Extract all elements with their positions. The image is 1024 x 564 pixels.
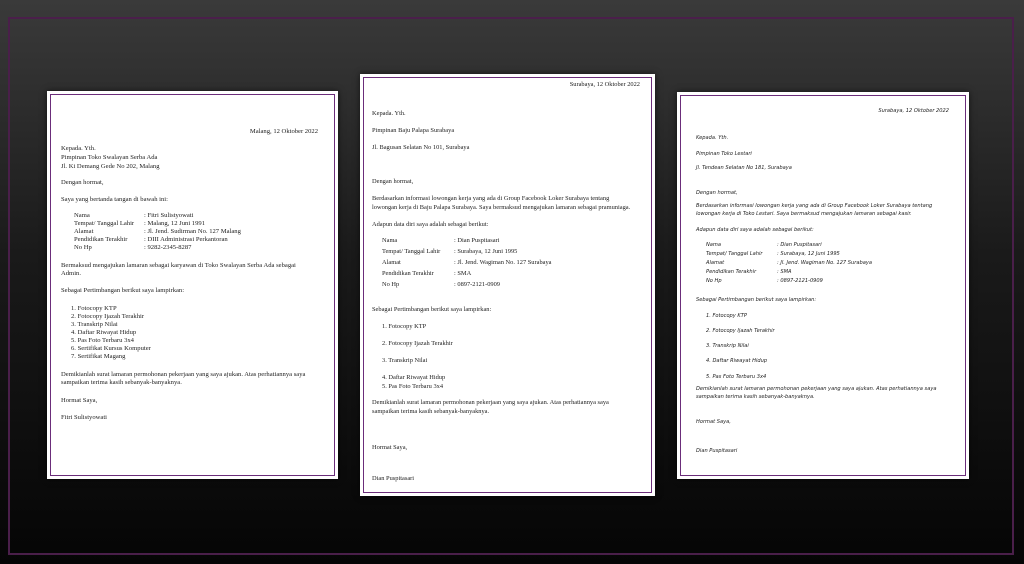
closing-text: Demikianlah surat lamaran permohonan pek… [372,399,609,406]
greeting: Dengan hormat, [61,179,104,186]
attachment-item: 4. Daftar Riwayat Hidup [382,374,446,381]
field-value: : 9282-2345-8287 [144,244,192,251]
closing-text: sampaikan terima kasih sebanyak-banyakny… [696,394,815,400]
letter-2-border [363,77,652,493]
field-value: : Jl. Jend. Wagiman No. 127 Surabaya [777,260,872,266]
attachment-item: 4. Daftar Riwayat Hidup [706,358,768,364]
recipient-name: Pimpinan Toko Lestari [696,151,752,157]
field-label: Tempat/ Tanggal Lahir [706,251,763,257]
attachment-item: 3. Transkrip Nilai [706,343,749,349]
closing-text: Demikianlah surat lamaran permohonan pek… [696,386,937,392]
regards: Hormat Saya, [61,397,98,404]
letter-1: Malang, 12 Oktober 2022 Kepada. Yth. Pim… [47,91,338,479]
body-text: lowongan kerja di Toko Lestari. Saya ber… [696,211,912,217]
recipient-address: Jl. Tendean Selatan No 181, Surabaya [696,165,792,171]
recipient-label: Kepada. Yth. [61,145,96,152]
recipient-label: Kepada. Yth. [696,135,729,141]
attachment-item: 7. Sertifikat Magang [71,353,126,360]
field-label: Pendidikan Terakhir [706,269,757,275]
body-text: Bermaksud mengajukan lamaran sebagai kar… [61,262,296,269]
attachments-intro: Sebagai Pertimbangan berikut saya lampir… [372,306,492,313]
attachment-item: 1. Fotocopy KTP [706,313,747,319]
recipient-name: Pimpinan Toko Swalayan Serba Ada [61,154,158,161]
field-label: No Hp [706,278,722,284]
attachment-item: 2. Fotocopy Ijazah Terakhir [382,340,453,347]
letter-date: Surabaya, 12 Oktober 2022 [569,81,640,88]
field-value: : Dian Puspitasari [777,242,822,248]
attachments-intro: Sebagai Pertimbangan berikut saya lampir… [696,297,817,303]
body-text: lowongan kerja di Baju Palapa Surabaya. … [372,204,631,211]
field-value: : 0897-2121-0909 [454,281,500,288]
greeting: Dengan hormat, [372,178,414,185]
letter-2: Surabaya, 12 Oktober 2022 Kepada. Yth. P… [360,74,655,496]
attachment-item: 2. Fotocopy Ijazah Terakhir [706,328,775,334]
field-value: : Dian Puspitasari [454,237,500,244]
regards: Hormat Saya, [696,419,731,425]
field-label: Tempat/ Tanggal Lahir [382,248,441,255]
field-value: : Surabaya, 12 Juni 1995 [454,248,518,255]
letter-date: Surabaya, 12 Oktober 2022 [878,108,949,114]
body-text: Admin. [61,270,81,277]
letter-3: Surabaya, 12 Oktober 2022 Kepada. Yth. P… [677,92,969,479]
field-label: No Hp [74,244,92,251]
intro-text: Saya yang bertanda tangan di bawah ini: [61,196,168,203]
recipient-name: Pimpinan Baju Palapa Surabaya [372,127,455,134]
field-label: Pendidikan Terakhir [382,270,434,277]
signature-name: Dian Puspitasari [696,448,738,454]
greeting: Dengan hormat, [696,190,738,196]
attachment-item: 5. Pas Foto Terbaru 3x4 [706,374,767,380]
regards: Hormat Saya, [372,444,408,451]
signature-name: Dian Puspitasari [372,475,415,482]
body-text: Berdasarkan informasi lowongan kerja yan… [372,195,610,202]
attachments-intro: Sebagai Pertimbangan berikut saya lampir… [61,287,185,294]
intro-text: Adapun data diri saya adalah sebagai ber… [696,227,814,233]
recipient-address: Jl. Bagusan Selatan No 101, Surabaya [372,144,470,151]
field-value: : SMA [777,269,792,275]
field-label: Alamat [706,260,725,266]
field-label: No Hp [382,281,400,288]
closing-text: sampaikan terima kasih sebanyak-banyakny… [372,408,490,415]
attachment-item: 1. Fotocopy KTP [382,323,427,330]
closing-text: sampaikan terima kasih sebanyak-banyakny… [61,379,182,386]
letter-date: Malang, 12 Oktober 2022 [249,128,318,135]
field-value: : Jl. Jend. Wagiman No. 127 Surabaya [454,259,552,266]
field-label: Nama [706,242,722,248]
field-value: : 0897-2121-0909 [777,278,823,284]
signature-name: Fitri Sulistyowati [61,414,107,421]
field-label: Nama [382,237,398,244]
recipient-address: Jl. Ki Demang Gede No 202, Malang [61,163,160,170]
body-text: Berdasarkan informasi lowongan kerja yan… [696,203,933,209]
attachment-item: 5. Pas Foto Terbaru 3x4 [382,383,444,390]
intro-text: Adapun data diri saya adalah sebagai ber… [372,221,489,228]
recipient-label: Kepada. Yth. [372,110,406,117]
field-value: : SMA [454,270,472,277]
field-value: : Surabaya, 12 Juni 1995 [777,251,840,257]
attachment-item: 3. Transkrip Nilai [382,357,428,364]
field-label: Alamat [382,259,401,266]
